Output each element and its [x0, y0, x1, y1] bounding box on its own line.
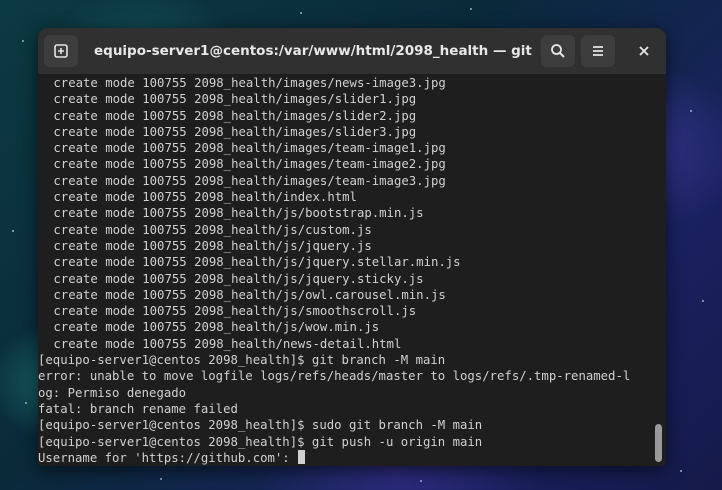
terminal-prompt-line: [equipo-server1@centos 2098_health]$ git… — [38, 434, 483, 449]
terminal-line: create mode 100755 2098_health/js/jquery… — [46, 271, 424, 286]
username-prompt: Username for 'https://github.com': — [38, 450, 298, 465]
search-button[interactable] — [541, 35, 575, 67]
new-tab-button[interactable] — [44, 35, 78, 67]
terminal-line: create mode 100755 2098_health/images/te… — [46, 157, 446, 172]
terminal-lines: create mode 100755 2098_health/images/ne… — [38, 75, 658, 466]
terminal-line: create mode 100755 2098_health/js/owl.ca… — [46, 287, 446, 302]
background-star — [25, 402, 27, 404]
background-star — [12, 230, 14, 232]
terminal-line: create mode 100755 2098_health/news-deta… — [46, 336, 402, 351]
terminal-line: create mode 100755 2098_health/js/wow.mi… — [46, 320, 380, 335]
new-tab-icon — [54, 44, 68, 58]
terminal-input-line[interactable]: Username for 'https://github.com': — [38, 449, 658, 466]
background-star — [300, 12, 302, 14]
terminal-error-line: error: unable to move logfile logs/refs/… — [38, 369, 631, 384]
terminal-line: create mode 100755 2098_health/js/bootst… — [46, 206, 424, 221]
window-title: equipo-server1@centos:/var/www/html/2098… — [94, 43, 534, 59]
background-star — [680, 470, 682, 472]
terminal-line: create mode 100755 2098_health/js/jquery… — [46, 238, 372, 253]
terminal-line: create mode 100755 2098_health/index.htm… — [46, 190, 357, 205]
terminal-output[interactable]: create mode 100755 2098_health/images/ne… — [38, 75, 666, 466]
close-button[interactable] — [628, 35, 660, 67]
terminal-line: create mode 100755 2098_health/images/te… — [46, 173, 446, 188]
scrollbar-thumb[interactable] — [655, 424, 662, 462]
close-icon — [639, 46, 649, 56]
search-icon — [551, 44, 565, 58]
terminal-window: equipo-server1@centos:/var/www/html/2098… — [38, 28, 666, 466]
background-star — [22, 40, 24, 42]
menu-button[interactable] — [581, 35, 615, 67]
terminal-prompt-line: [equipo-server1@centos 2098_health]$ sud… — [38, 418, 483, 433]
hamburger-menu-icon — [593, 46, 603, 56]
background-star — [160, 478, 162, 480]
terminal-line: create mode 100755 2098_health/images/te… — [46, 141, 446, 156]
terminal-line: create mode 100755 2098_health/js/custom… — [46, 222, 372, 237]
terminal-error-line: fatal: branch rename failed — [38, 401, 238, 416]
terminal-line: create mode 100755 2098_health/js/jquery… — [46, 255, 461, 270]
header-bar: equipo-server1@centos:/var/www/html/2098… — [38, 28, 666, 75]
background-star — [420, 480, 422, 482]
terminal-line: create mode 100755 2098_health/images/sl… — [46, 124, 417, 139]
background-star — [702, 300, 704, 302]
background-star — [470, 8, 472, 10]
terminal-error-line: og: Permiso denegado — [38, 385, 187, 400]
terminal-line: create mode 100755 2098_health/images/sl… — [46, 108, 417, 123]
terminal-prompt-line: [equipo-server1@centos 2098_health]$ git… — [38, 353, 446, 368]
terminal-line: create mode 100755 2098_health/js/smooth… — [46, 304, 417, 319]
terminal-line: create mode 100755 2098_health/images/sl… — [46, 92, 417, 107]
terminal-line: create mode 100755 2098_health/images/ne… — [46, 76, 446, 90]
text-cursor — [298, 449, 306, 464]
background-star — [690, 110, 692, 112]
